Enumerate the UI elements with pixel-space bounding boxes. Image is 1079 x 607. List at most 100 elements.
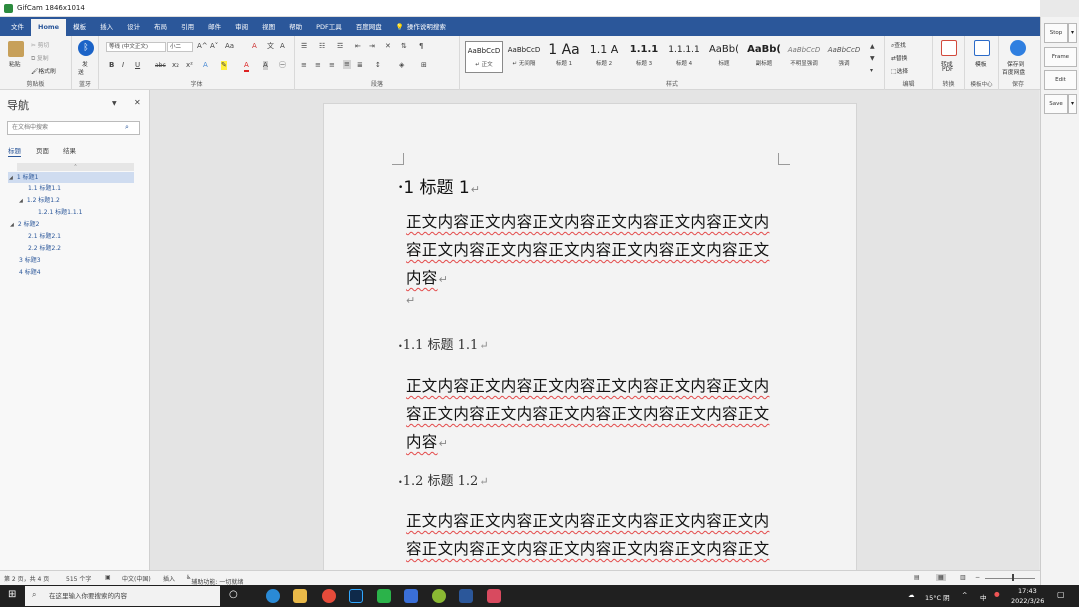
taskbar-search-input[interactable]: 在这里输入你要搜索的内容 (25, 586, 220, 606)
clear-format-icon[interactable]: A (252, 42, 257, 51)
align-right-icon[interactable]: ≡ (329, 61, 335, 70)
bold-button[interactable]: B (109, 61, 114, 70)
clock-time[interactable]: 17:43 (1018, 587, 1037, 595)
gifcam-stop-button[interactable]: Stop (1044, 23, 1068, 43)
tab-view[interactable]: 视图 (255, 19, 282, 36)
align-left-icon[interactable]: ≡ (301, 61, 307, 70)
enclose-char-icon[interactable]: ㊀ (279, 61, 286, 70)
status-insert-mode[interactable]: 插入 (163, 574, 175, 583)
style-heading-3[interactable]: 1.1.1 标题 3 (625, 41, 663, 73)
format-painter-button[interactable]: 🖌格式刷 (31, 66, 56, 75)
nav-collapse-bar[interactable]: ⌃ (17, 163, 134, 171)
tab-file[interactable]: 文件 (4, 19, 31, 36)
sogou-icon[interactable]: ● (994, 590, 1000, 598)
bluetooth-send-label2[interactable]: 送 (78, 67, 84, 76)
baidu-cloud-icon[interactable] (1010, 40, 1026, 56)
nav-item-2[interactable]: ◢ 2 标题2 (10, 219, 39, 230)
heading-1-1[interactable]: •1.1 标题 1.1↵ (398, 334, 489, 353)
gifcam-taskbar-icon[interactable] (487, 589, 501, 603)
style-heading-4[interactable]: 1.1.1.1 标题 4 (665, 41, 703, 73)
find-button[interactable]: ⌕查找 (891, 40, 906, 50)
tray-overflow-icon[interactable]: ^ (962, 591, 967, 599)
nav-tab-results[interactable]: 结果 (63, 145, 76, 155)
template-icon[interactable] (974, 40, 990, 56)
align-center-icon[interactable]: ≡ (315, 61, 321, 70)
bullets-icon[interactable]: ☰ (301, 42, 307, 51)
subscript-button[interactable]: x₂ (172, 61, 179, 70)
shading-icon[interactable]: ◈ (399, 61, 404, 70)
style-no-spacing[interactable]: AaBbCcD ↵ 无间隔 (505, 41, 543, 73)
strikethrough-button[interactable]: abc (155, 61, 166, 70)
print-layout-icon[interactable]: ▦ (936, 574, 946, 581)
chrome-icon[interactable] (322, 589, 336, 603)
nav-options-icon[interactable]: ▼ (112, 99, 117, 108)
chinese-layout-icon[interactable]: ✕ (385, 42, 391, 51)
style-subtle-emphasis[interactable]: AaBbCcD 不明显强调 (785, 41, 823, 73)
clock-date[interactable]: 2022/3/26 (1011, 597, 1044, 605)
font-size-select[interactable]: 小二 (167, 42, 193, 52)
tab-review[interactable]: 审阅 (228, 19, 255, 36)
zoom-out-icon[interactable]: − (975, 574, 980, 581)
zoom-slider-thumb[interactable] (1012, 574, 1014, 581)
body-p2-line3[interactable]: 内容↵ (406, 430, 448, 452)
document-page[interactable]: •1 标题 1↵ 正文内容正文内容正文内容正文内容正文内容正文内 容正文内容正文… (323, 103, 857, 573)
web-layout-icon[interactable]: ▥ (960, 574, 966, 581)
tab-references[interactable]: 引用 (174, 19, 201, 36)
style-normal[interactable]: AaBbCcD ↵ 正文 (465, 41, 503, 73)
tab-layout[interactable]: 布局 (147, 19, 174, 36)
tab-mailings[interactable]: 邮件 (201, 19, 228, 36)
shrink-font-icon[interactable]: A˅ (210, 42, 218, 51)
gifcam-edit-button[interactable]: Edit (1044, 70, 1077, 90)
paste-icon[interactable] (8, 41, 24, 57)
task-view-icon[interactable]: ○ (229, 589, 238, 600)
nav-item-3[interactable]: 3 标题3 (19, 255, 41, 266)
justify-icon[interactable]: ≡ (343, 60, 351, 69)
char-border-icon[interactable]: A (280, 42, 285, 51)
nav-tab-pages[interactable]: 页面 (36, 145, 49, 155)
tell-me-search[interactable]: 💡 操作说明搜索 (389, 19, 453, 36)
body-p1-line3[interactable]: 内容↵ (406, 266, 448, 288)
zoom-slider[interactable] (985, 578, 1035, 579)
superscript-button[interactable]: x² (186, 61, 193, 70)
weather-icon[interactable]: ☁ (908, 591, 915, 599)
tab-pdf-tools[interactable]: PDF工具 (309, 19, 349, 36)
tab-templates[interactable]: 模板 (66, 19, 93, 36)
style-heading-1[interactable]: 1 Aa 标题 1 (545, 41, 583, 73)
read-mode-icon[interactable]: ▤ (914, 574, 920, 581)
grow-font-icon[interactable]: A^ (197, 42, 208, 51)
numbering-icon[interactable]: ☷ (319, 42, 325, 51)
italic-button[interactable]: I (122, 61, 124, 70)
save-cloud-label2[interactable]: 百度网盘 (1002, 67, 1025, 76)
bluetooth-icon[interactable]: ᛒ (78, 40, 94, 56)
status-accessibility[interactable]: ♿ 辅助功能: 一切就绪 (186, 574, 243, 586)
tab-home[interactable]: Home (31, 19, 67, 36)
styles-more-icon[interactable]: ▾ (870, 66, 873, 75)
convert-pdf-label2[interactable]: PDF (942, 67, 953, 73)
underline-button[interactable]: U (135, 61, 140, 70)
text-effects-icon[interactable]: A (203, 61, 208, 70)
nav-tab-headings[interactable]: 标题 (8, 145, 21, 157)
body-p1-line2[interactable]: 容正文内容正文内容正文内容正文内容正文内容正文 (406, 238, 769, 260)
photoshop-icon[interactable] (349, 589, 363, 603)
replace-button[interactable]: ⇄替换 (891, 53, 907, 62)
line-spacing-icon[interactable]: ↕ (375, 61, 381, 70)
tab-insert[interactable]: 插入 (93, 19, 120, 36)
gifcam-stop-dropdown[interactable]: ▾ (1068, 23, 1077, 43)
word-icon[interactable] (459, 589, 473, 603)
app-icon-green[interactable] (432, 589, 446, 603)
multilevel-list-icon[interactable]: ☲ (337, 42, 343, 51)
edge-icon[interactable] (266, 589, 280, 603)
heading-1-2[interactable]: •1.2 标题 1.2↵ (398, 470, 489, 489)
highlight-icon[interactable]: ✎ (221, 61, 227, 70)
wechat-icon[interactable] (377, 589, 391, 603)
notification-icon[interactable]: ▢ (1057, 590, 1065, 599)
search-icon[interactable]: ⌕ (125, 123, 129, 132)
paste-button[interactable]: 粘贴 (9, 59, 21, 68)
file-explorer-icon[interactable] (293, 589, 307, 603)
borders-icon[interactable]: ⊞ (421, 61, 427, 70)
styles-scroll-down-icon[interactable]: ▼ (870, 54, 875, 63)
collapse-arrow-icon[interactable]: ◢ (9, 175, 13, 181)
weather-label[interactable]: 15°C 阴 (925, 592, 950, 602)
show-marks-icon[interactable]: ¶ (419, 42, 423, 51)
styles-scroll-up-icon[interactable]: ▲ (870, 42, 875, 51)
